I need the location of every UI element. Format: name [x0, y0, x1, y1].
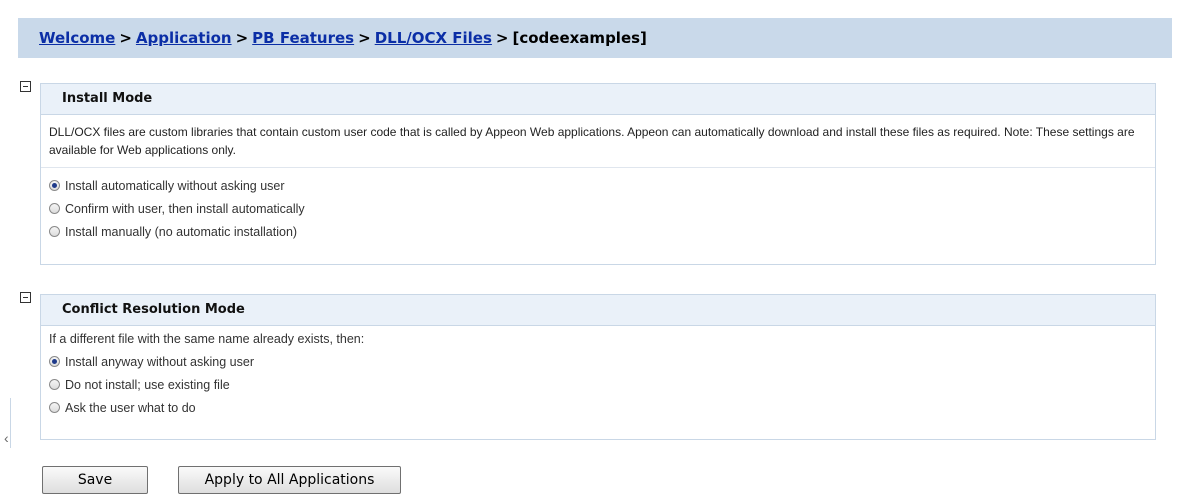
install-mode-description: DLL/OCX files are custom libraries that …: [41, 115, 1155, 168]
breadcrumb-link-pb-features[interactable]: PB Features: [252, 29, 354, 47]
option-label: Ask the user what to do: [65, 400, 196, 415]
apply-to-all-button[interactable]: Apply to All Applications: [178, 466, 401, 494]
radio-icon[interactable]: [49, 402, 60, 413]
install-mode-options: Install automatically without asking use…: [41, 168, 1155, 249]
option-label: Install manually (no automatic installat…: [65, 224, 298, 239]
radio-icon[interactable]: [49, 379, 60, 390]
conflict-option-ask-user[interactable]: Ask the user what to do: [49, 396, 1147, 419]
breadcrumb-separator: >: [119, 29, 132, 47]
radio-icon[interactable]: [49, 203, 60, 214]
radio-icon[interactable]: [49, 226, 60, 237]
collapse-conflict-mode-icon[interactable]: [20, 292, 31, 303]
option-label: Do not install; use existing file: [65, 377, 230, 392]
option-label: Confirm with user, then install automati…: [65, 201, 305, 216]
radio-icon[interactable]: [49, 180, 60, 191]
install-mode-option-auto[interactable]: Install automatically without asking use…: [49, 174, 1147, 197]
left-edge-divider: [10, 398, 11, 448]
breadcrumb-separator: >: [235, 29, 249, 47]
install-mode-option-manual[interactable]: Install manually (no automatic installat…: [49, 220, 1147, 243]
breadcrumb-separator: >: [495, 29, 509, 47]
install-mode-option-confirm[interactable]: Confirm with user, then install automati…: [49, 197, 1147, 220]
conflict-mode-section: Conflict Resolution Mode If a different …: [40, 294, 1156, 440]
chevron-left-icon: ‹: [4, 430, 9, 446]
breadcrumb-current: [codeexamples]: [512, 29, 647, 47]
conflict-mode-intro: If a different file with the same name a…: [49, 332, 365, 346]
breadcrumb: Welcome > Application > PB Features > DL…: [18, 18, 1172, 58]
radio-icon[interactable]: [49, 356, 60, 367]
conflict-option-use-existing[interactable]: Do not install; use existing file: [49, 373, 1147, 396]
conflict-option-install-anyway[interactable]: Install anyway without asking user: [49, 350, 1147, 373]
breadcrumb-link-application[interactable]: Application: [136, 29, 232, 47]
breadcrumb-link-welcome[interactable]: Welcome: [39, 29, 115, 47]
option-label: Install anyway without asking user: [65, 354, 254, 369]
option-label: Install automatically without asking use…: [65, 178, 285, 193]
install-mode-section: Install Mode DLL/OCX files are custom li…: [40, 83, 1156, 265]
install-mode-title: Install Mode: [41, 84, 1155, 115]
save-button[interactable]: Save: [42, 466, 148, 494]
conflict-mode-title: Conflict Resolution Mode: [41, 295, 1155, 326]
conflict-mode-options: If a different file with the same name a…: [41, 326, 1155, 425]
breadcrumb-link-dll-ocx-files[interactable]: DLL/OCX Files: [375, 29, 492, 47]
collapse-install-mode-icon[interactable]: [20, 81, 31, 92]
breadcrumb-separator: >: [358, 29, 371, 47]
